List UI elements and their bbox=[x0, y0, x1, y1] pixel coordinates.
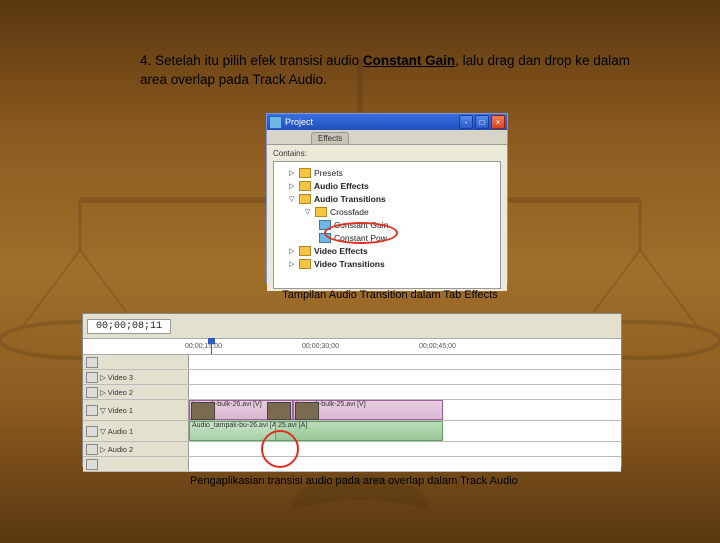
contains-label: Contains: bbox=[273, 149, 501, 158]
tree-item[interactable]: ▷Video Transitions bbox=[277, 257, 497, 270]
timecode-display: 00;00;08;11 bbox=[87, 319, 171, 334]
track-header[interactable]: ▷Audio 2 bbox=[83, 442, 189, 456]
caption-2: Pengaplikasian transisi audio pada area … bbox=[190, 475, 518, 487]
track-header[interactable]: ▽Audio 1 bbox=[83, 421, 189, 441]
instruction-text: 4. Setelah itu pilih efek transisi audio… bbox=[140, 52, 640, 90]
close-icon[interactable]: × bbox=[491, 115, 505, 129]
highlight-circle bbox=[261, 430, 299, 468]
screenshot-timeline: 00;00;08;11 00;00;15;0000;00;30;0000;00;… bbox=[82, 313, 622, 467]
timeline-ruler[interactable]: 00;00;15;0000;00;30;0000;00;45;00 bbox=[83, 339, 621, 355]
screenshot-effects-panel: Project - □ × Effects Contains: ▷Presets… bbox=[266, 113, 508, 283]
minimize-icon[interactable]: - bbox=[459, 115, 473, 129]
tab-effects[interactable]: Effects bbox=[311, 132, 349, 144]
highlight-ellipse bbox=[324, 222, 398, 244]
panel-tabs: Effects bbox=[267, 130, 507, 145]
clip-thumbnail bbox=[191, 402, 215, 420]
window-title: Project bbox=[285, 117, 313, 127]
effects-tree: ▷Presets ▷Audio Effects ▽Audio Transitio… bbox=[273, 161, 501, 289]
track-header[interactable]: ▷Video 3 bbox=[83, 370, 189, 384]
track-header[interactable] bbox=[83, 355, 189, 369]
tree-item[interactable]: ▷Video Effects bbox=[277, 244, 497, 257]
audio-clip[interactable]: 25.avi [A] bbox=[275, 421, 443, 441]
track-header[interactable]: ▷Video 2 bbox=[83, 385, 189, 399]
caption-1: Tampilan Audio Transition dalam Tab Effe… bbox=[250, 289, 530, 301]
track-header[interactable]: ▽Video 1 bbox=[83, 400, 189, 420]
tree-item[interactable]: ▷Audio Effects bbox=[277, 179, 497, 192]
tree-item[interactable]: ▽Audio Transitions bbox=[277, 192, 497, 205]
playhead-icon[interactable] bbox=[211, 339, 212, 354]
maximize-icon[interactable]: □ bbox=[475, 115, 489, 129]
track-header[interactable] bbox=[83, 457, 189, 471]
tree-item[interactable]: ▽Crossfade bbox=[277, 205, 497, 218]
app-icon bbox=[269, 116, 282, 129]
clip-thumbnail bbox=[267, 402, 291, 420]
clip-thumbnail bbox=[295, 402, 319, 420]
window-titlebar: Project - □ × bbox=[267, 114, 507, 130]
tree-item[interactable]: ▷Presets bbox=[277, 166, 497, 179]
